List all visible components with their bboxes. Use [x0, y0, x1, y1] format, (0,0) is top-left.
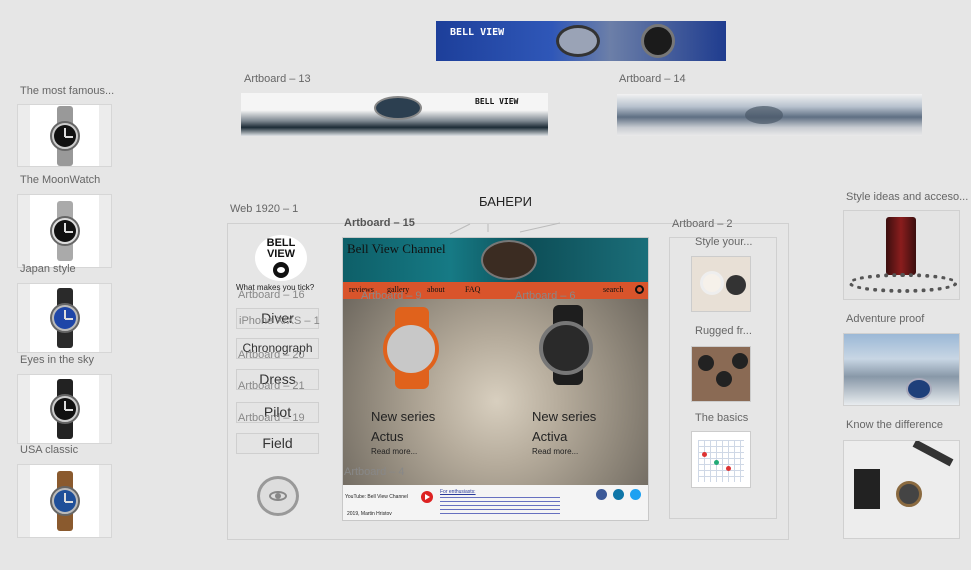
watch-icon: [726, 275, 746, 295]
left-card-watch[interactable]: [17, 464, 112, 538]
read-more-link[interactable]: Read more...: [371, 447, 417, 456]
artboard-13-label: Artboard – 13: [244, 73, 311, 85]
web-artboard-label: Web 1920 – 1: [230, 203, 299, 215]
watch-icon: [47, 471, 83, 531]
watch-icon: [745, 106, 783, 124]
watch-icon: [906, 378, 932, 400]
facebook-icon[interactable]: [596, 489, 607, 500]
watch-icon: [383, 321, 439, 377]
twitter-icon[interactable]: [630, 489, 641, 500]
artboard-15-label: Artboard – 15: [344, 217, 415, 229]
mini-card-wrists[interactable]: [691, 346, 751, 402]
artboard-9-label: Artboard – 9: [361, 290, 422, 302]
banners-label: БАНЕРИ: [479, 194, 532, 209]
mini-card-label: Rugged fr...: [695, 325, 752, 337]
mini-card-coffee[interactable]: [691, 256, 751, 312]
banner-logo-text: BELL VIEW: [450, 27, 505, 38]
site-title: Bell View Channel: [347, 241, 446, 256]
product-subtitle: Actus: [371, 429, 404, 444]
watch-icon: [481, 240, 537, 280]
footer-enthusiasts: For enthusiasts:: [440, 489, 476, 495]
youtube-icon[interactable]: [421, 491, 433, 503]
watch-icon: [896, 481, 922, 507]
left-card-watch[interactable]: [17, 104, 112, 167]
watch-icon: [47, 379, 83, 439]
mini-card-label: The basics: [695, 412, 749, 424]
left-item-label: USA classic: [20, 444, 79, 456]
nav-item-field[interactable]: Field: [236, 433, 319, 454]
artboard-16-label: Artboard – 16: [238, 289, 305, 301]
mini-card-chart[interactable]: [691, 431, 751, 488]
site-footer: YouTube: Bell View Channel For enthusias…: [343, 485, 648, 520]
left-item-label: Japan style: [20, 263, 76, 275]
box-icon: [854, 469, 880, 509]
top-banner[interactable]: BELL VIEW: [436, 21, 726, 61]
watch-icon: [716, 371, 732, 387]
watch-icon: [374, 96, 422, 120]
search-icon[interactable]: [635, 285, 644, 294]
bracelet-icon: [848, 273, 958, 293]
footer-channel[interactable]: YouTube: Bell View Channel: [345, 494, 408, 500]
left-item-label: Eyes in the sky: [20, 354, 94, 366]
site-nav-faq[interactable]: FAQ: [465, 285, 480, 294]
watch-icon: [47, 105, 83, 166]
right-item-label: Know the difference: [846, 419, 944, 431]
footer-links[interactable]: [440, 497, 560, 515]
left-card-watch[interactable]: [17, 194, 112, 268]
artboard-6-label: Artboard – 6: [515, 290, 576, 302]
banners-connector-lines: [449, 222, 561, 235]
left-card-watch[interactable]: [17, 283, 112, 353]
product-title: New series: [532, 409, 597, 424]
right-card-tools[interactable]: [843, 440, 960, 539]
can-icon: [886, 217, 916, 275]
left-item-label: The MoonWatch: [20, 174, 101, 186]
site-header: Bell View Channel: [343, 238, 648, 282]
grid-chart-icon: [698, 440, 744, 482]
website-mockup: Bell View Channel reviews gallery about …: [342, 237, 649, 521]
left-card-watch[interactable]: [17, 374, 112, 444]
left-item-label: The most famous...: [20, 85, 115, 97]
artboard-14-banner[interactable]: [617, 94, 922, 136]
eye-logo-icon[interactable]: [257, 476, 299, 516]
artboard-20-label: Artboard – 20: [238, 349, 305, 361]
right-card-mountain[interactable]: [843, 333, 960, 406]
site-nav-about[interactable]: about: [427, 285, 445, 294]
product-subtitle: Activa: [532, 429, 568, 444]
watch-icon-right: [641, 24, 675, 58]
right-item-label: Adventure proof: [846, 313, 925, 325]
right-item-label: Style ideas and acceso...: [846, 191, 969, 203]
artboard-4-label: Artboard – 4: [344, 466, 405, 478]
watch-icon: [556, 25, 600, 57]
linkedin-icon[interactable]: [613, 489, 624, 500]
read-more-link[interactable]: Read more...: [532, 447, 578, 456]
artboard-2-label: Artboard – 2: [672, 218, 733, 230]
logo-text-bottom: VIEW: [266, 248, 296, 260]
watch-icon: [698, 355, 714, 371]
eye-icon: [273, 262, 289, 278]
watch-icon: [732, 353, 748, 369]
watch-icon: [539, 321, 593, 375]
artboard-21-label: Artboard – 21: [238, 380, 305, 392]
artboard-14-label: Artboard – 14: [619, 73, 686, 85]
banner-logo-text: BELL VIEW: [475, 97, 519, 106]
site-products-area: New series Actus Read more... New series…: [343, 299, 648, 485]
footer-copyright: 2019, Martin Hristov: [347, 511, 392, 517]
watch-icon: [47, 201, 83, 261]
product-title: New series: [371, 409, 436, 424]
mini-card-label: Style your...: [695, 236, 753, 248]
artboard-13-banner[interactable]: BELL VIEW: [241, 93, 548, 136]
artboard-19-label: Artboard – 19: [238, 412, 305, 424]
right-card-accessories[interactable]: [843, 210, 960, 300]
iphone-artboard-label: iPhone X/XS – 1: [239, 315, 320, 327]
coffee-cup-icon: [700, 271, 724, 295]
logo[interactable]: BELL VIEW: [255, 235, 307, 281]
watch-icon: [47, 288, 83, 348]
hammer-icon: [912, 441, 954, 467]
site-search-label[interactable]: search: [603, 285, 623, 294]
